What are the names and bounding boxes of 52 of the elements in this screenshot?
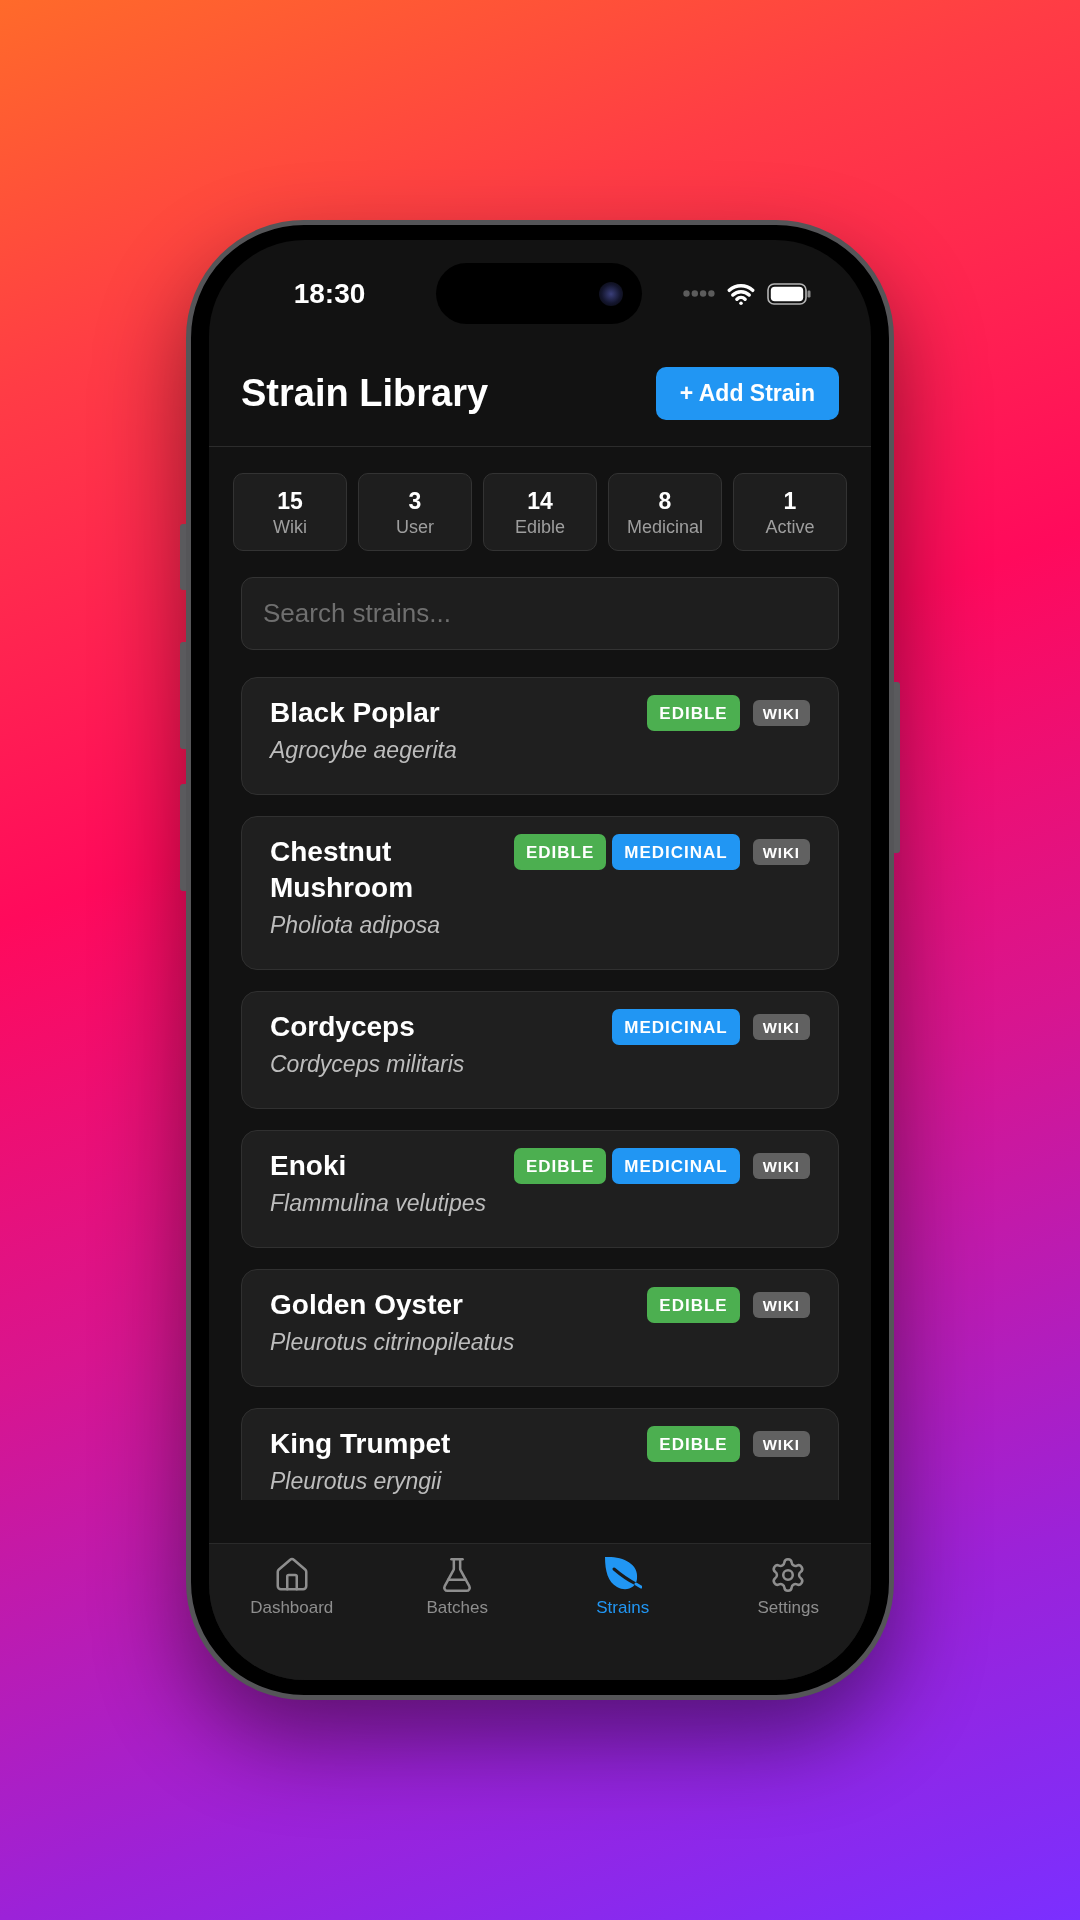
strain-card[interactable]: Cordyceps MEDICINAL WIKI Cordyceps militaris <box>241 991 839 1109</box>
stat-value: 3 <box>408 486 422 515</box>
scientific-name: Cordyceps militaris <box>270 1051 466 1077</box>
category-tag: MEDICINAL <box>612 834 740 870</box>
page-title: Strain Library <box>241 371 489 416</box>
stat-label: Active <box>765 515 815 538</box>
category-tag: MEDICINAL <box>612 1009 740 1045</box>
category-tag: EDIBLE <box>513 834 607 870</box>
strain-card[interactable]: Chestnut Mushroom EDIBLE MEDICINAL WIKI Pholiota adiposa <box>241 816 839 970</box>
camera-lens-icon <box>599 281 623 306</box>
source-tag: WIKI <box>752 1153 810 1179</box>
category-tag: EDIBLE <box>647 695 740 731</box>
source-tag: WIKI <box>752 1292 810 1318</box>
search-field[interactable]: Search strains... <box>241 577 839 650</box>
scientific-name: Agrocybe aegerita <box>270 737 458 763</box>
strain-name: Golden Oyster <box>270 1288 464 1322</box>
scientific-name: Pleurotus citrinopileatus <box>270 1329 516 1355</box>
tab-item[interactable]: Batches <box>418 1556 496 1619</box>
strain-name: King Trumpet <box>270 1427 452 1461</box>
strain-card[interactable]: King Trumpet EDIBLE WIKI Pleurotus eryngii <box>241 1408 839 1500</box>
strain-card[interactable]: Black Poplar EDIBLE WIKI Agrocybe aegerita <box>241 677 839 795</box>
stat-label: Medicinal <box>626 515 703 538</box>
scientific-name: Flammulina velutipes <box>270 1190 488 1216</box>
signal-dots-icon <box>682 290 715 297</box>
tab-item[interactable]: Dashboard <box>242 1556 342 1619</box>
stat-label: Edible <box>514 515 565 538</box>
stat-value: 1 <box>783 486 797 515</box>
category-tag: EDIBLE <box>647 1426 740 1462</box>
category-tag: EDIBLE <box>647 1287 740 1323</box>
tab-item[interactable]: Settings <box>749 1556 827 1619</box>
source-tag: WIKI <box>752 1431 810 1457</box>
stat-value: 8 <box>658 486 672 515</box>
source-tag: WIKI <box>752 839 810 865</box>
stat-label: Wiki <box>273 515 307 538</box>
source-tag: WIKI <box>752 700 810 726</box>
battery-icon <box>766 282 811 305</box>
stat-value: 15 <box>277 486 303 515</box>
category-tag: EDIBLE <box>513 1148 607 1184</box>
scientific-name: Pleurotus eryngii <box>270 1468 443 1494</box>
strain-card[interactable]: Golden Oyster EDIBLE WIKI Pleurotus citrinopileatus <box>241 1269 839 1387</box>
strain-name: Black Poplar <box>270 696 441 730</box>
strain-card[interactable]: Enoki EDIBLE MEDICINAL WIKI Flammulina velutipes <box>241 1130 839 1248</box>
status-time: 18:30 <box>293 279 366 308</box>
strain-name: Chestnut Mushroom <box>270 835 415 905</box>
strain-name: Enoki <box>270 1149 348 1183</box>
tab-item[interactable]: Strains <box>588 1556 658 1619</box>
stat-value: 14 <box>527 486 553 515</box>
category-tag: MEDICINAL <box>612 1148 740 1184</box>
strain-name: Cordyceps <box>270 1010 416 1044</box>
stat-label: User <box>396 515 434 538</box>
source-tag: WIKI <box>752 1014 810 1040</box>
scientific-name: Pholiota adiposa <box>270 912 442 938</box>
